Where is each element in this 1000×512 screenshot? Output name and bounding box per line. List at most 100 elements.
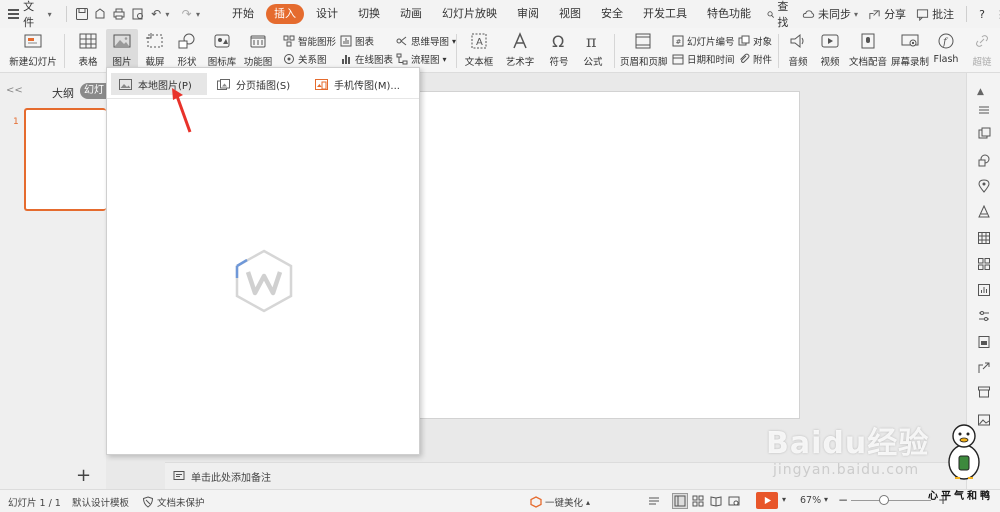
- undo-icon[interactable]: ↶: [147, 4, 166, 24]
- tab-outline[interactable]: 大纲: [52, 85, 74, 101]
- sidebar-settings-icon[interactable]: [977, 103, 991, 117]
- sidebar-grid-icon[interactable]: [977, 257, 991, 271]
- audio-button[interactable]: 音频: [782, 31, 814, 68]
- ribbon-tabs: 开始 插入 设计 切换 动画 幻灯片放映 审阅 视图 安全 开发工具 特色功能 …: [222, 0, 798, 30]
- reading-view-button[interactable]: [710, 495, 722, 507]
- icon-library-button[interactable]: 图标库: [206, 31, 238, 68]
- help-button[interactable]: ?: [975, 8, 989, 21]
- tab-slides[interactable]: 幻灯片: [80, 83, 106, 99]
- more-icon[interactable]: ⋮: [991, 8, 1000, 21]
- tab-special[interactable]: 特色功能: [697, 4, 761, 24]
- relation-chart-button[interactable]: 关系图: [283, 52, 327, 66]
- mind-map-icon: [396, 36, 407, 46]
- flowchart-button[interactable]: 流程图 ▾: [396, 52, 447, 66]
- tab-view[interactable]: 视图: [549, 4, 591, 24]
- sidebar-shapes-icon[interactable]: [977, 153, 991, 167]
- shape-button[interactable]: 形状: [172, 31, 202, 68]
- redo-icon[interactable]: ↷: [177, 4, 196, 24]
- play-slideshow-button[interactable]: [756, 492, 778, 509]
- formula-button[interactable]: π 公式: [578, 31, 608, 68]
- normal-view-button[interactable]: [672, 493, 688, 509]
- object-button[interactable]: 对象: [738, 34, 772, 48]
- wordart-button[interactable]: 艺术字: [502, 31, 538, 68]
- function-chart-button[interactable]: 功能图: [240, 31, 276, 68]
- smart-art-button[interactable]: 智能图形: [283, 34, 336, 48]
- sidebar-table-icon[interactable]: [977, 231, 991, 245]
- online-chart-button[interactable]: 在线图表: [340, 52, 393, 66]
- chart-button[interactable]: 图表: [340, 34, 374, 48]
- comment-button[interactable]: 批注: [912, 6, 958, 22]
- mind-map-button[interactable]: 思维导图 ▾: [396, 34, 456, 48]
- sidebar-fill-icon[interactable]: [977, 204, 991, 219]
- zoom-slider-track[interactable]: [851, 500, 931, 501]
- sidebar-up-arrow-icon[interactable]: ▲: [977, 87, 991, 101]
- date-time-button[interactable]: 日期和时间: [672, 52, 735, 66]
- tab-slideshow[interactable]: 幻灯片放映: [432, 4, 507, 24]
- slide-panel: << 大纲 幻灯片 1 +: [0, 73, 106, 489]
- tab-design[interactable]: 设计: [306, 4, 348, 24]
- hyperlink-button[interactable]: 超链: [970, 31, 994, 68]
- video-button[interactable]: 视频: [814, 31, 846, 68]
- tab-transitions[interactable]: 切换: [348, 4, 390, 24]
- print-preview-icon[interactable]: [128, 4, 147, 24]
- zoom-out-button[interactable]: −: [838, 493, 848, 507]
- header-footer-button[interactable]: 页眉和页脚: [620, 31, 668, 68]
- sidebar-share-icon[interactable]: [977, 361, 991, 375]
- file-menu[interactable]: 文件: [23, 0, 43, 30]
- zoom-level[interactable]: 67%: [800, 495, 821, 506]
- chevron-down-icon[interactable]: ▾: [782, 495, 786, 504]
- share-button[interactable]: 分享: [864, 6, 910, 22]
- tab-review[interactable]: 审阅: [507, 4, 549, 24]
- screenshot-button[interactable]: 截屏: [140, 31, 170, 68]
- tab-insert[interactable]: 插入: [266, 4, 305, 24]
- sidebar-adjust-icon[interactable]: [977, 309, 991, 323]
- symbol-button[interactable]: Ω 符号: [544, 31, 574, 68]
- attachment-button[interactable]: 附件: [738, 52, 772, 66]
- chevron-down-icon: ▾: [854, 9, 859, 19]
- sidebar-archive-icon[interactable]: [977, 385, 991, 399]
- sidebar-location-icon[interactable]: [977, 179, 991, 193]
- presenter-view-button[interactable]: [728, 495, 740, 507]
- slide-number-button[interactable]: # 幻灯片编号: [672, 34, 735, 48]
- notes-toggle-icon[interactable]: [648, 495, 660, 507]
- chevron-down-icon[interactable]: ▾: [196, 10, 200, 19]
- watermark-signature: 心平气和鸭: [928, 491, 993, 502]
- picture-button[interactable]: 图片: [106, 29, 138, 71]
- print-icon[interactable]: [110, 4, 129, 24]
- protect-status[interactable]: 文档未保护: [142, 495, 205, 509]
- one-click-beautify[interactable]: 一键美化 ▴: [530, 495, 590, 509]
- slide-thumbnail[interactable]: [24, 108, 106, 211]
- slide-sorter-button[interactable]: [692, 495, 704, 507]
- search-button[interactable]: 查找: [761, 0, 798, 30]
- tab-developer[interactable]: 开发工具: [633, 4, 697, 24]
- design-template[interactable]: 默认设计模板: [72, 495, 129, 509]
- table-button[interactable]: 表格: [74, 31, 102, 68]
- slide-canvas[interactable]: [406, 91, 800, 419]
- screen-record-button[interactable]: 屏幕录制: [890, 31, 930, 68]
- collapse-panel-icon[interactable]: <<: [6, 85, 23, 96]
- add-slide-button[interactable]: +: [76, 465, 91, 486]
- hamburger-menu-icon[interactable]: [8, 9, 20, 19]
- video-icon: [819, 31, 841, 51]
- sidebar-chart-icon[interactable]: [977, 283, 991, 297]
- flash-button[interactable]: f Flash: [932, 31, 960, 65]
- textbox-button[interactable]: A 文本框: [462, 31, 496, 68]
- divider: [614, 34, 615, 68]
- tab-home[interactable]: 开始: [222, 4, 264, 24]
- textbox-icon: A: [468, 31, 490, 51]
- tab-animations[interactable]: 动画: [390, 4, 432, 24]
- sidebar-layers-icon[interactable]: [977, 127, 991, 141]
- sidebar-doc-icon[interactable]: [977, 335, 991, 349]
- chevron-down-icon[interactable]: ▾: [824, 495, 828, 504]
- doc-voice-button[interactable]: 文档配音: [848, 31, 888, 68]
- export-icon[interactable]: [91, 4, 110, 24]
- page-illustration-option[interactable]: 分页插图(S): [209, 73, 298, 95]
- new-slide-button[interactable]: 新建幻灯片: [8, 31, 58, 68]
- tab-security[interactable]: 安全: [591, 4, 633, 24]
- chevron-down-icon[interactable]: ▾: [165, 10, 169, 19]
- phone-upload-option[interactable]: 手机传图(M)...: [307, 73, 408, 95]
- save-icon[interactable]: [73, 4, 92, 24]
- sync-status[interactable]: 未同步 ▾: [798, 6, 862, 22]
- chevron-down-icon[interactable]: ▾: [48, 10, 52, 19]
- zoom-slider-handle[interactable]: [879, 495, 889, 505]
